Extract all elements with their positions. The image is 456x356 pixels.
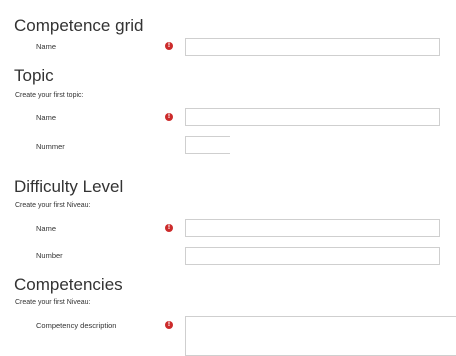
- difficulty-level-number-label: Number: [36, 251, 63, 260]
- topic-name-input[interactable]: [185, 108, 440, 126]
- competencies-heading: Competencies: [14, 275, 123, 294]
- topic-number-input[interactable]: [185, 136, 230, 154]
- required-icon: !: [165, 42, 173, 50]
- competence-grid-name-label: Name: [36, 42, 57, 51]
- difficulty-level-number-input[interactable]: [185, 247, 440, 265]
- difficulty-level-name-label: Name: [36, 224, 57, 233]
- competency-description-textarea[interactable]: [185, 316, 456, 356]
- required-icon: !: [165, 224, 173, 232]
- topic-heading: Topic: [14, 66, 54, 85]
- competence-grid-name-input[interactable]: [185, 38, 440, 56]
- difficulty-level-subtext: Create your first Niveau:: [15, 202, 91, 209]
- required-icon: !: [165, 113, 173, 121]
- competencies-subtext: Create your first Niveau:: [15, 299, 91, 306]
- required-icon: !: [165, 321, 173, 329]
- competence-grid-heading: Competence grid: [14, 16, 144, 35]
- topic-number-label: Nummer: [36, 142, 65, 151]
- difficulty-level-heading: Difficulty Level: [14, 177, 124, 196]
- topic-subtext: Create your first topic:: [15, 92, 84, 99]
- difficulty-level-name-input[interactable]: [185, 219, 440, 237]
- competency-description-label: Competency description: [36, 321, 117, 330]
- topic-name-label: Name: [36, 113, 57, 122]
